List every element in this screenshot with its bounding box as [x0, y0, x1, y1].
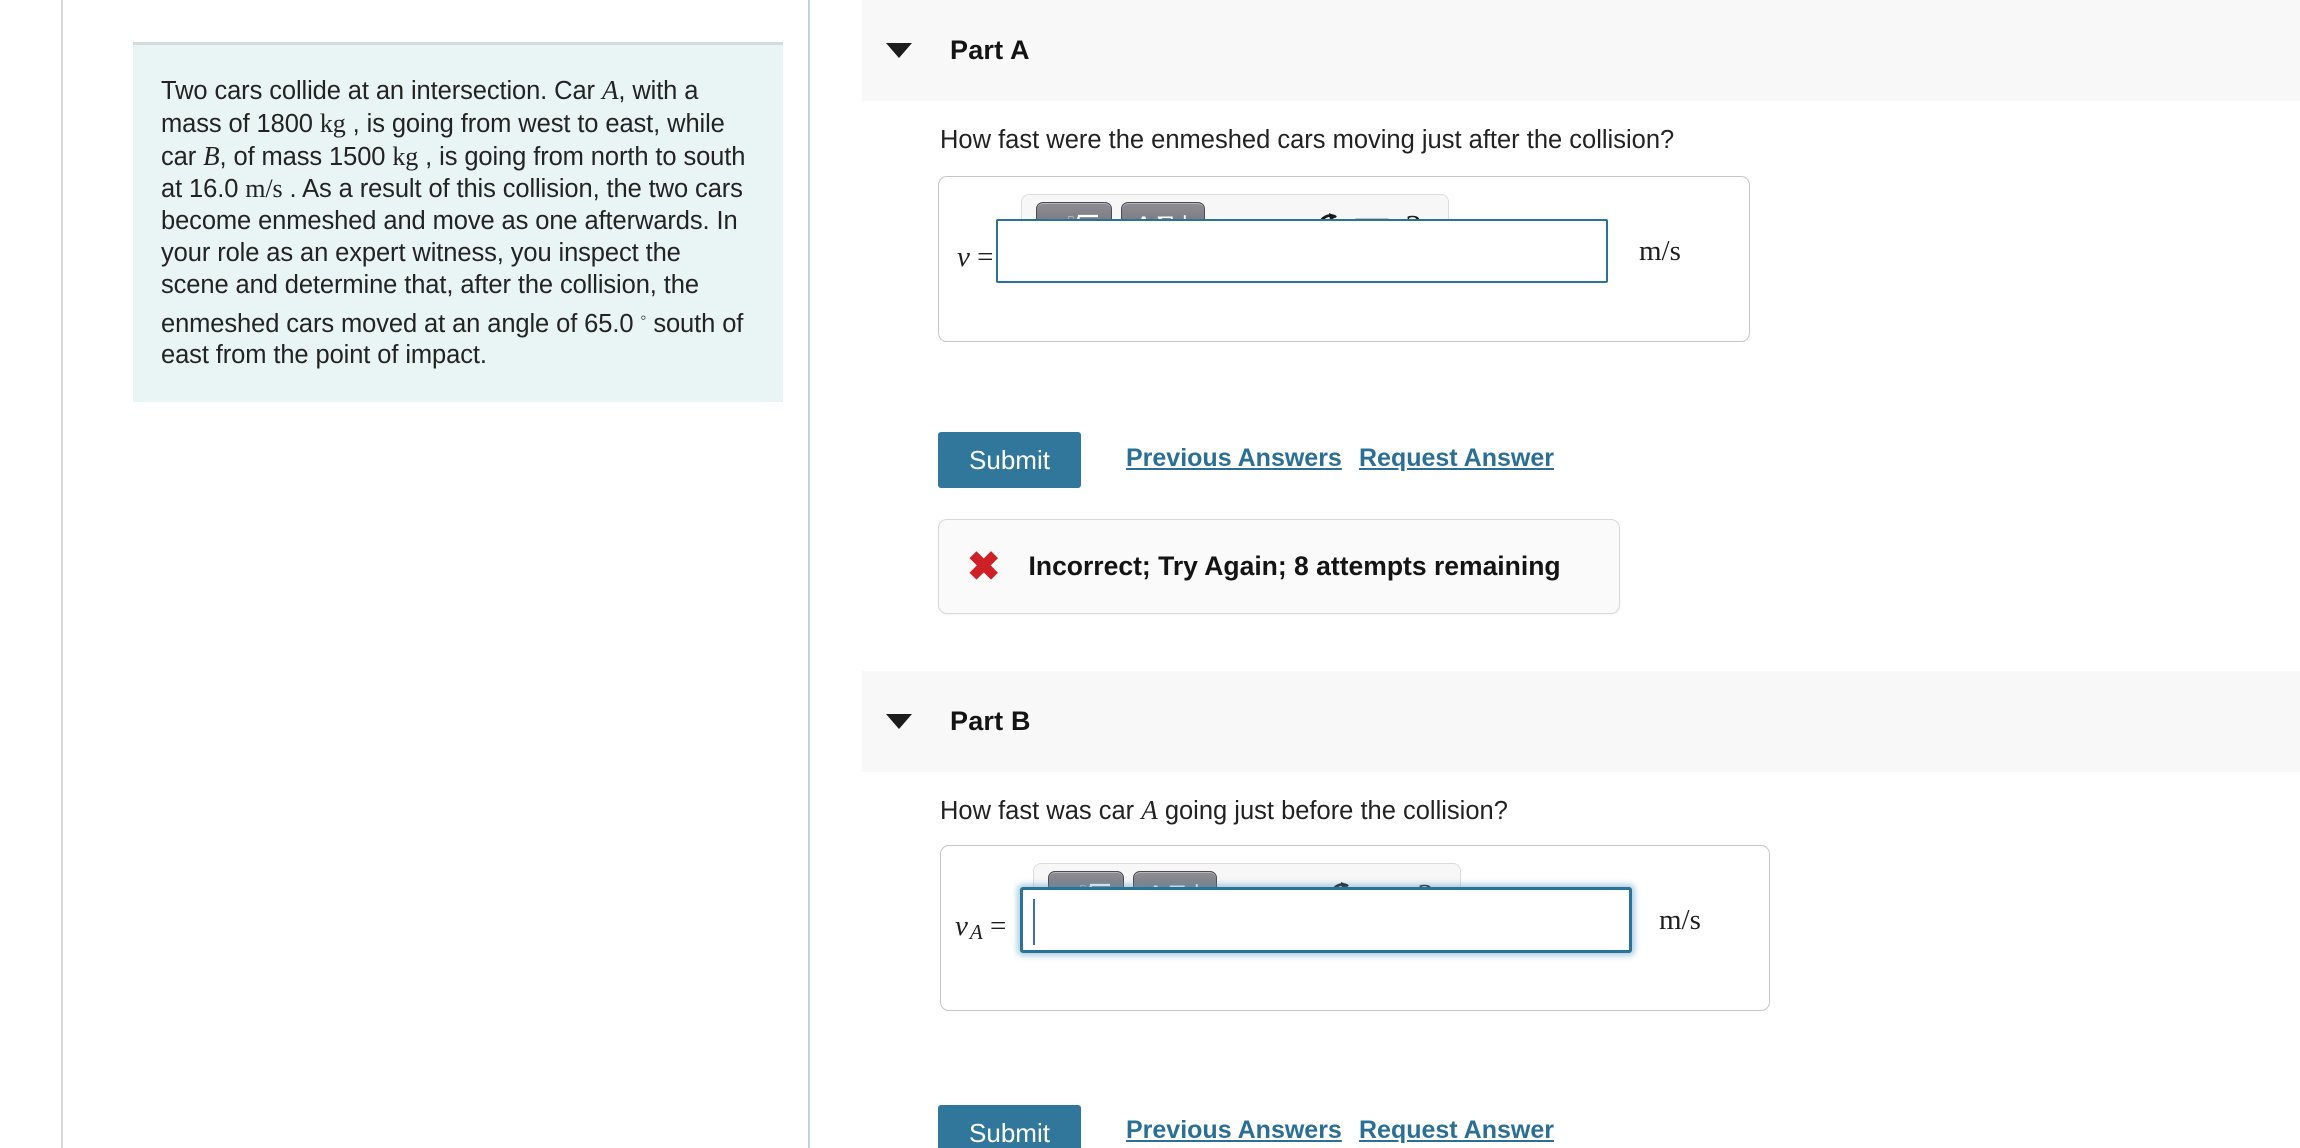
parts-column: Part A How fast were the enmeshed cars m…	[810, 0, 2300, 1148]
part-b-question-variable: A	[1141, 795, 1158, 825]
part-a-answer-card: □ ΑΣϕ	[938, 176, 1750, 342]
part-a-collapse-caret-icon[interactable]	[886, 43, 912, 58]
problem-statement-box: Two cars collide at an intersection. Car…	[133, 42, 783, 403]
part-a-header[interactable]: Part A	[862, 0, 2300, 101]
part-a-feedback-text: Incorrect; Try Again; 8 attempts remaini…	[1028, 551, 1561, 581]
part-b-title: Part B	[950, 706, 1031, 736]
math-unit: kg	[392, 141, 419, 171]
part-a-question: How fast were the enmeshed cars moving j…	[940, 126, 1675, 154]
part-a-equals-sign: =	[977, 241, 994, 273]
math-variable: A	[601, 75, 619, 105]
part-a-answer-input[interactable]	[996, 219, 1608, 283]
part-b-question-post: going just before the collision?	[1157, 797, 1508, 825]
part-a-units: m/s	[1639, 235, 1681, 267]
part-b-request-answer-link[interactable]: Request Answer	[1359, 1116, 1554, 1145]
part-b-equals-sign: =	[989, 910, 1007, 942]
problem-page: Two cars collide at an intersection. Car…	[0, 0, 2300, 1148]
part-a-variable-label: v =	[957, 241, 993, 274]
part-a-previous-answers-link[interactable]: Previous Answers	[1126, 444, 1342, 473]
part-b-answer-input[interactable]	[1020, 887, 1632, 953]
part-a-submit-button[interactable]: Submit	[938, 432, 1081, 488]
part-b-variable-label: vA =	[955, 910, 1006, 945]
part-b-collapse-caret-icon[interactable]	[886, 714, 912, 729]
part-a-request-answer-link[interactable]: Request Answer	[1359, 444, 1554, 473]
part-b-variable-symbol: v	[955, 910, 968, 942]
part-b-variable-subscript: A	[969, 920, 983, 944]
part-b-previous-answers-link[interactable]: Previous Answers	[1126, 1116, 1342, 1145]
part-b-header[interactable]: Part B	[862, 671, 2300, 772]
math-unit: kg	[319, 108, 346, 138]
problem-text-run: Two cars collide at an intersection. Car	[161, 77, 602, 105]
problem-statement-text: Two cars collide at an intersection. Car…	[161, 75, 755, 372]
part-a-variable-symbol: v	[957, 241, 970, 273]
math-variable: B	[203, 140, 220, 171]
part-a-feedback-banner: ✖ Incorrect; Try Again; 8 attempts remai…	[938, 519, 1620, 614]
part-b-question: How fast was car A going just before the…	[940, 795, 1508, 826]
math-unit: m/s	[245, 174, 283, 204]
part-a-title: Part A	[950, 35, 1030, 65]
part-b-units: m/s	[1659, 904, 1701, 936]
problem-text-run: , of mass 1500	[219, 142, 393, 171]
part-b-submit-button[interactable]: Submit	[938, 1105, 1081, 1148]
problem-statement-column: Two cars collide at an intersection. Car…	[63, 0, 808, 1148]
part-b-answer-card: □ ΑΣϕ	[940, 845, 1770, 1011]
incorrect-x-icon: ✖	[967, 544, 1001, 589]
part-b-question-pre: How fast was car	[940, 797, 1142, 825]
text-cursor	[1033, 899, 1035, 945]
